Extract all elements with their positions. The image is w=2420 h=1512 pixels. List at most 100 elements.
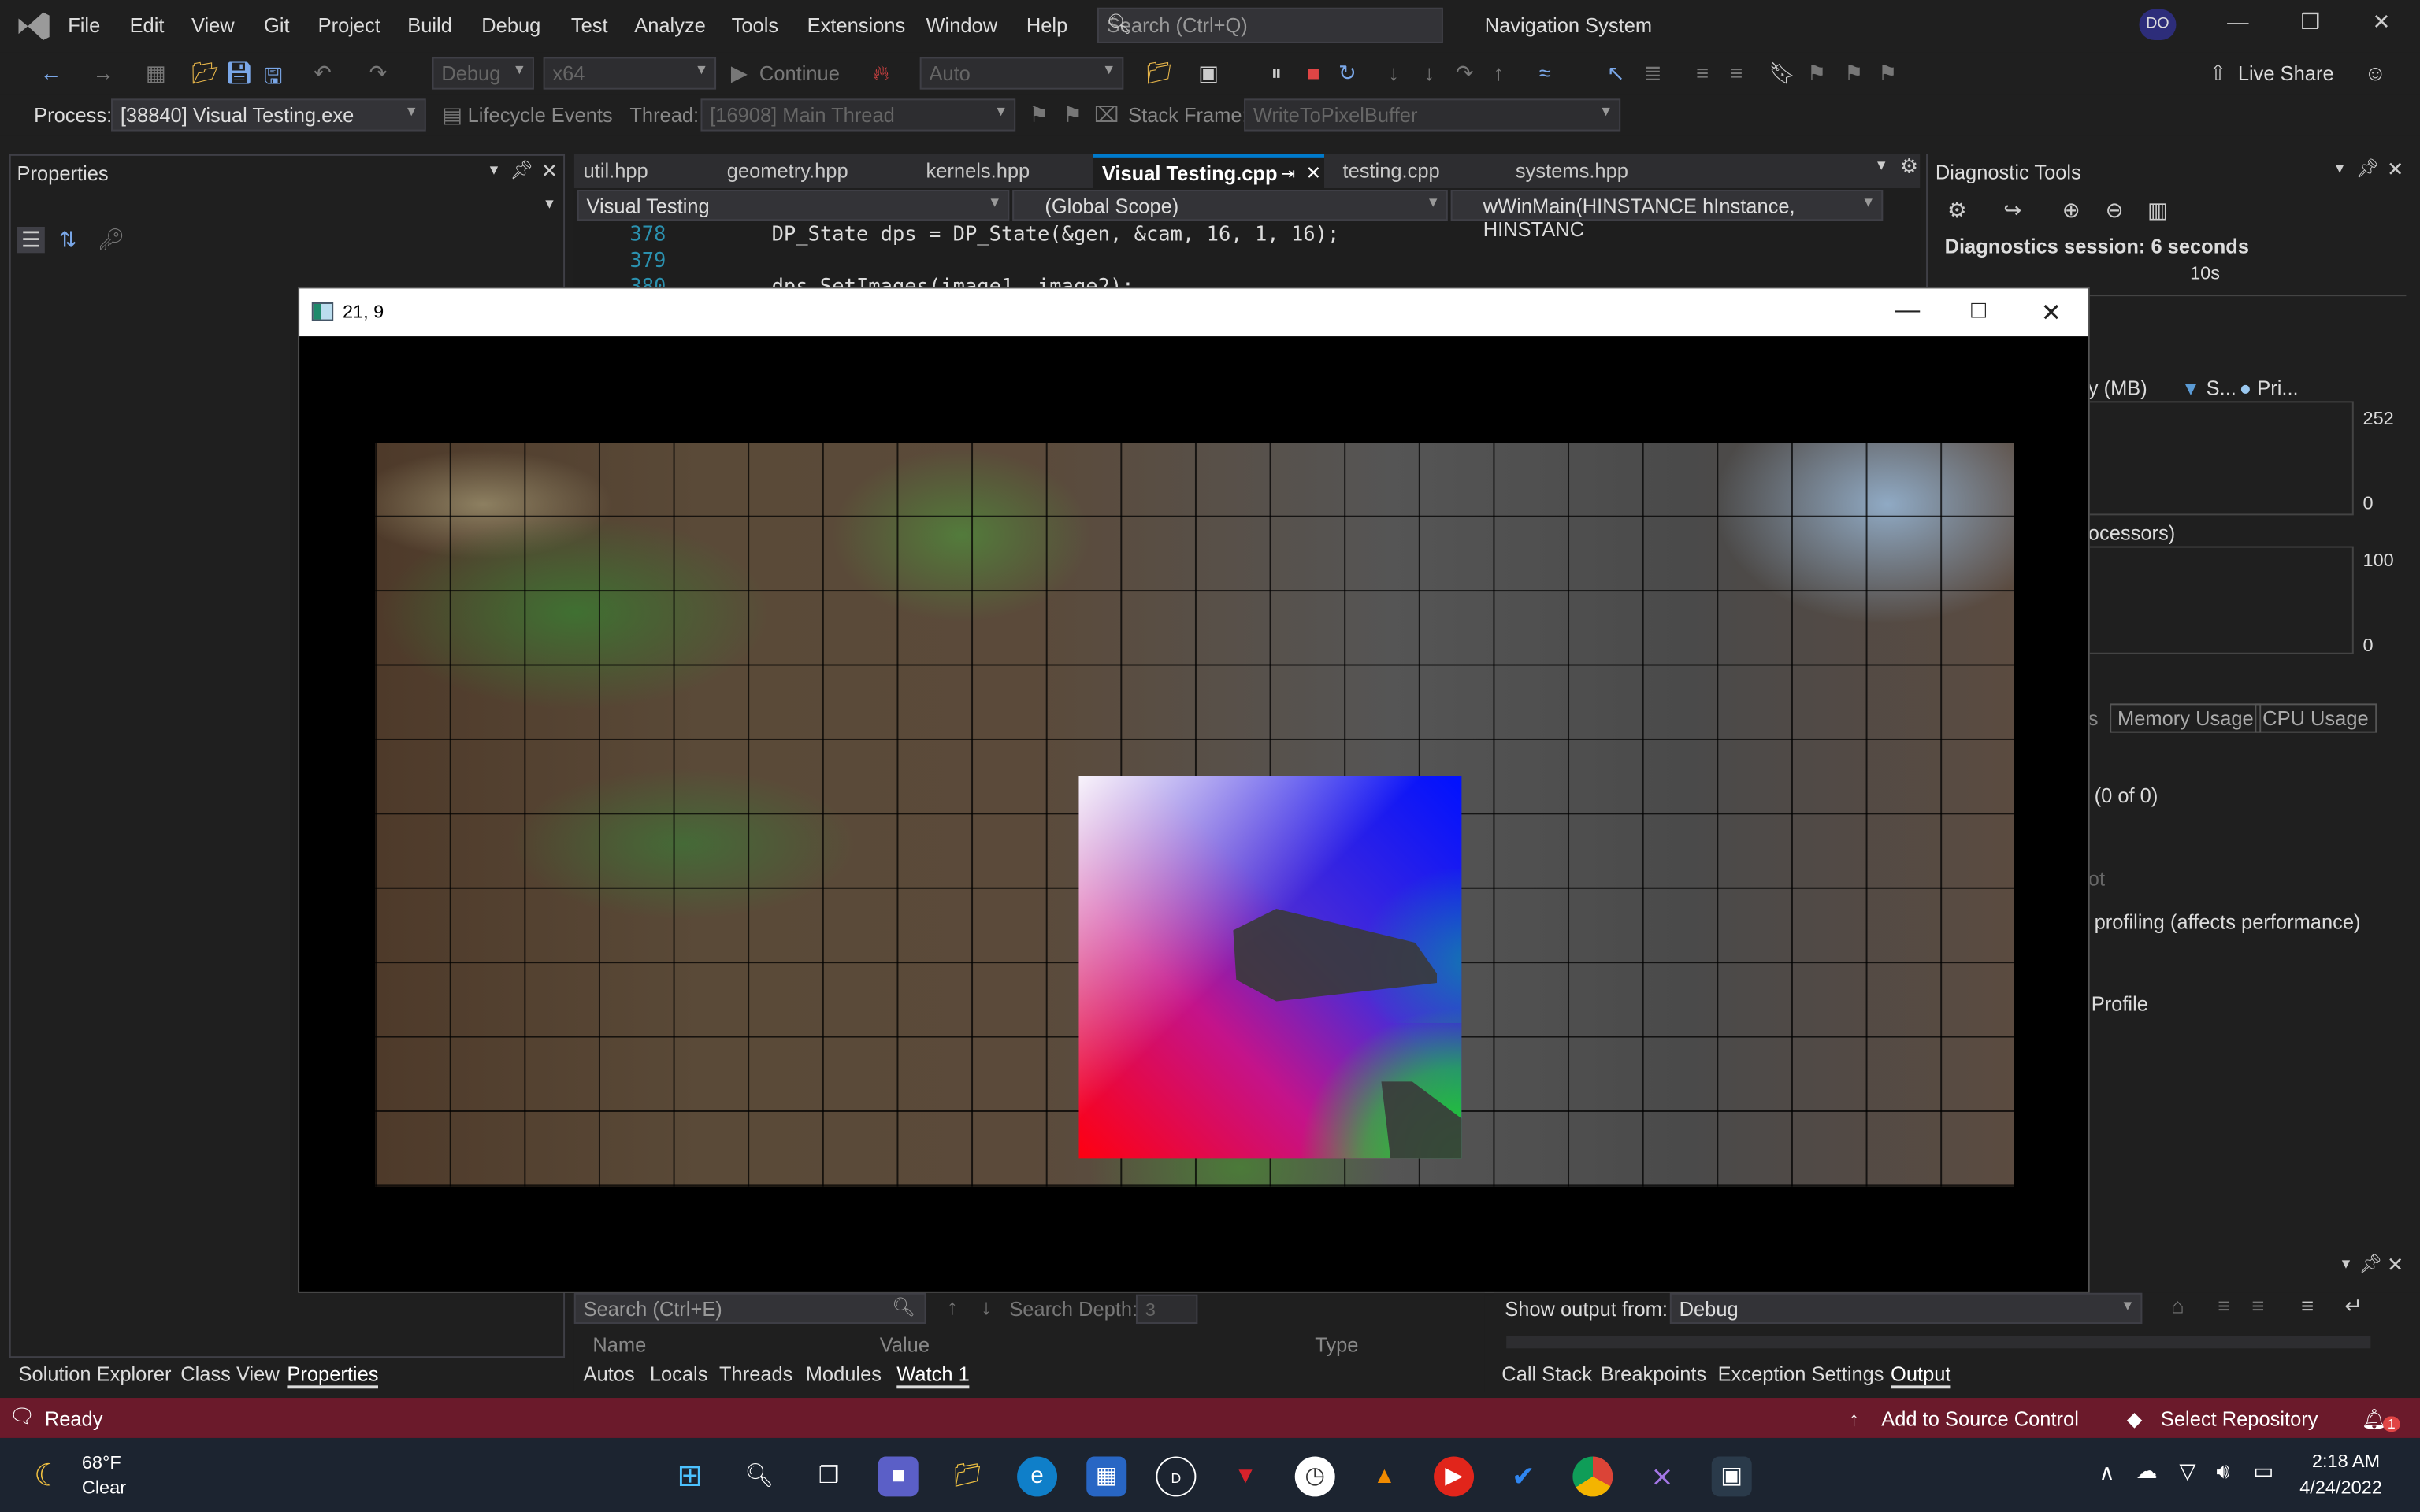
rendered-scene[interactable] bbox=[375, 443, 2014, 1187]
tab-call-stack[interactable]: Call Stack bbox=[1501, 1362, 1592, 1385]
tab-output[interactable]: Output bbox=[1891, 1362, 1951, 1389]
save-icon[interactable]: 💾︎ bbox=[225, 60, 253, 86]
menu-project[interactable]: Project bbox=[318, 14, 380, 37]
feedback-icon[interactable]: ☺ bbox=[2362, 60, 2389, 84]
prev-message-icon[interactable]: ≡ bbox=[2210, 1293, 2238, 1317]
new-project-icon[interactable]: ▦ bbox=[142, 60, 169, 86]
menu-build[interactable]: Build bbox=[407, 14, 452, 37]
alphabetical-icon[interactable]: ⇅ bbox=[54, 227, 82, 253]
target-dropdown[interactable]: Auto ▼ bbox=[919, 57, 1124, 90]
redo-icon[interactable]: ↷ bbox=[364, 60, 392, 86]
next-bookmark-icon[interactable]: ⚑ bbox=[1839, 60, 1867, 86]
edge-icon[interactable]: e bbox=[1017, 1456, 1058, 1497]
heap-profiling-option[interactable]: profiling (affects performance) bbox=[2095, 910, 2361, 933]
file-explorer-icon[interactable]: 📁︎ bbox=[948, 1456, 988, 1496]
back-icon[interactable]: ← bbox=[37, 60, 65, 84]
platform-dropdown[interactable]: x64 ▼ bbox=[543, 57, 717, 90]
pointer-icon[interactable]: ↖ bbox=[1602, 60, 1630, 86]
pin-icon[interactable]: 📌︎ bbox=[508, 159, 536, 180]
categorized-icon[interactable]: ☰ bbox=[17, 227, 45, 254]
tab-close-icon[interactable]: ✕ bbox=[1305, 162, 1321, 183]
save-all-icon[interactable]: 🖫︎ bbox=[259, 60, 287, 97]
task-view-icon[interactable]: ❐ bbox=[809, 1456, 849, 1496]
indent-icon[interactable]: ≡ bbox=[1688, 60, 1716, 84]
step-back-icon[interactable]: ↷ bbox=[1451, 60, 1479, 86]
column-type[interactable]: Type bbox=[1315, 1333, 1358, 1356]
clear-bookmarks-icon[interactable]: ⚑ bbox=[1873, 60, 1901, 86]
volume-icon[interactable]: 🔊︎ bbox=[2216, 1458, 2229, 1484]
tab-kernels-hpp[interactable]: kernels.hpp bbox=[917, 154, 1039, 188]
weather-temp[interactable]: 68°F bbox=[82, 1452, 121, 1473]
memory-graph[interactable] bbox=[2088, 401, 2354, 516]
menu-window[interactable]: Window bbox=[926, 14, 998, 37]
tray-chevron-icon[interactable]: ∧ bbox=[2099, 1459, 2115, 1485]
stop-debugging-icon[interactable]: ■ bbox=[1300, 60, 1327, 84]
menu-debug[interactable]: Debug bbox=[481, 14, 540, 37]
zoom-out-icon[interactable]: ⊖ bbox=[2100, 198, 2128, 224]
clock-app-icon[interactable]: ◷ bbox=[1294, 1456, 1335, 1497]
screenshot-icon[interactable]: ▣ bbox=[1194, 60, 1222, 86]
store-icon[interactable]: ▦ bbox=[1086, 1456, 1127, 1497]
menu-tools[interactable]: Tools bbox=[732, 14, 778, 37]
thread-dropdown[interactable]: [16908] Main Thread ▼ bbox=[700, 98, 1016, 132]
cpu-graph[interactable] bbox=[2088, 546, 2354, 654]
select-repository-button[interactable]: Select Repository bbox=[2161, 1407, 2318, 1430]
avatar[interactable]: DO bbox=[2139, 9, 2177, 40]
tab-solution-explorer[interactable]: Solution Explorer bbox=[19, 1362, 172, 1385]
lower-panel-pin-icon[interactable]: 📌︎ bbox=[2357, 1253, 2385, 1274]
scope-dropdown[interactable]: (Global Scope) ▼ bbox=[1012, 189, 1448, 221]
configuration-dropdown[interactable]: Debug ▼ bbox=[432, 57, 534, 90]
flag-icon[interactable]: ⚑ bbox=[1025, 102, 1052, 128]
diag-export-icon[interactable]: ↪ bbox=[1999, 198, 2026, 224]
live-share-button[interactable]: Live Share bbox=[2238, 61, 2334, 84]
filter-icon[interactable]: ⌧ bbox=[1093, 102, 1120, 128]
clear-all-icon[interactable]: ≡ bbox=[2293, 1293, 2321, 1317]
chat-icon[interactable]: ■ bbox=[878, 1456, 919, 1497]
forward-icon[interactable]: → bbox=[90, 60, 117, 84]
dell-icon[interactable]: D bbox=[1156, 1456, 1197, 1497]
search-input[interactable]: Search (Ctrl+Q) 🔍︎ bbox=[1097, 7, 1443, 43]
weather-condition[interactable]: Clear bbox=[82, 1477, 126, 1498]
mcafee-icon[interactable]: ▼ bbox=[1226, 1456, 1266, 1496]
diag-pin-icon[interactable]: 📌︎ bbox=[2354, 158, 2381, 179]
minimize-icon[interactable]: — bbox=[2222, 9, 2253, 34]
watch-search-input[interactable]: Search (Ctrl+E) 🔍︎ bbox=[573, 1292, 926, 1324]
diag-settings-icon[interactable]: ⚙ bbox=[1943, 198, 1971, 224]
continue-icon[interactable]: ▶ bbox=[726, 60, 753, 86]
app-maximize-icon[interactable]: □ bbox=[1960, 298, 1997, 325]
output-source-dropdown[interactable]: Debug ▼ bbox=[1669, 1292, 2143, 1324]
step-into-icon[interactable]: ↓ bbox=[1416, 60, 1443, 84]
diag-close-icon[interactable]: ✕ bbox=[2381, 158, 2409, 182]
column-name[interactable]: Name bbox=[592, 1333, 646, 1356]
diagnostics-icon[interactable]: ≈ bbox=[1531, 60, 1559, 84]
process-dropdown[interactable]: [38840] Visual Testing.exe ▼ bbox=[111, 98, 426, 132]
onedrive-icon[interactable]: ☁ bbox=[2136, 1458, 2158, 1484]
search-up-icon[interactable]: ↑ bbox=[938, 1295, 966, 1319]
code-line[interactable]: DP_State dps = DP_State(&gen, &cam, 16, … bbox=[772, 224, 1340, 246]
panel-close-icon[interactable]: ✕ bbox=[536, 159, 563, 183]
next-message-icon[interactable]: ≡ bbox=[2244, 1293, 2272, 1317]
tab-systems-hpp[interactable]: systems.hpp bbox=[1506, 154, 1638, 188]
tab-locals[interactable]: Locals bbox=[650, 1362, 708, 1385]
object-dropdown-icon[interactable]: ▼ bbox=[536, 196, 563, 212]
tab-memory-usage[interactable]: Memory Usage bbox=[2110, 703, 2262, 733]
wifi-icon[interactable]: ▽ bbox=[2179, 1458, 2195, 1484]
continue-button[interactable]: Continue bbox=[759, 61, 840, 84]
todo-icon[interactable]: ✔ bbox=[1503, 1456, 1543, 1496]
start-icon[interactable]: ⊞ bbox=[670, 1456, 710, 1496]
reset-view-icon[interactable]: ▥ bbox=[2143, 198, 2171, 224]
zoom-in-icon[interactable]: ⊕ bbox=[2058, 198, 2085, 224]
restart-icon[interactable]: ↻ bbox=[1334, 60, 1361, 86]
tab-cpu-usage[interactable]: CPU Usage bbox=[2255, 703, 2377, 733]
vlc-icon[interactable]: ▲ bbox=[1364, 1456, 1405, 1496]
app-title-bar[interactable]: 21, 9 — □ ✕ bbox=[299, 288, 2088, 337]
lifecycle-events-button[interactable]: Lifecycle Events bbox=[468, 103, 613, 126]
word-wrap-icon[interactable]: ↵ bbox=[2340, 1293, 2367, 1319]
clock-date[interactable]: 4/24/2022 bbox=[2299, 1477, 2382, 1498]
thread-icon[interactable]: ≣ bbox=[1639, 60, 1667, 86]
tab-properties[interactable]: Properties bbox=[287, 1362, 379, 1389]
flag-all-icon[interactable]: ⚑ bbox=[1059, 102, 1086, 128]
visual-studio-logo-icon[interactable] bbox=[16, 9, 53, 43]
taskbar-search-icon[interactable]: 🔍︎ bbox=[739, 1456, 779, 1496]
member-dropdown[interactable]: wWinMain(HINSTANCE hInstance, HINSTANC ▼ bbox=[1450, 189, 1884, 241]
